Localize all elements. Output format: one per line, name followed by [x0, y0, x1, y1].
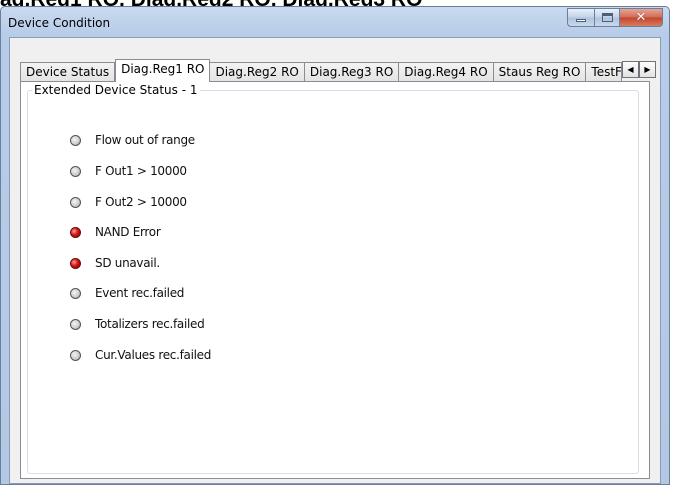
status-led-icon [70, 134, 81, 146]
status-led-icon [70, 318, 81, 330]
close-button[interactable]: ✕ [619, 8, 663, 27]
status-led-icon [70, 349, 81, 361]
minimize-icon [576, 19, 586, 22]
status-led-icon [70, 196, 81, 208]
tab-device-status[interactable]: Device Status [20, 62, 116, 82]
tab-strip: Device Status Diag.Reg1 RO Diag.Reg2 RO … [20, 59, 623, 82]
title-bar[interactable]: Device Condition ✕ [1, 7, 669, 37]
tab-diag-reg4[interactable]: Diag.Reg4 RO [399, 62, 494, 82]
maximize-button[interactable] [594, 8, 619, 27]
arrow-left-icon: ◀ [627, 65, 634, 74]
arrow-right-icon: ▶ [644, 65, 651, 74]
client-area: Device Status Diag.Reg1 RO Diag.Reg2 RO … [9, 37, 661, 484]
status-row-flow-out-of-range: Flow out of range [70, 133, 195, 147]
status-row-nand-error: NAND Error [70, 225, 161, 239]
extended-device-status-group: Extended Device Status - 1 Flow out of r… [27, 83, 639, 474]
status-led-icon [70, 226, 81, 238]
maximize-icon [601, 13, 613, 22]
status-label: F Out1 > 10000 [95, 164, 187, 178]
window-title: Device Condition [8, 16, 111, 30]
group-label: Extended Device Status - 1 [32, 83, 200, 97]
device-condition-window: Device Condition ✕ Device Status Diag.Re… [0, 6, 670, 485]
status-led-icon [70, 165, 81, 177]
status-label: Totalizers rec.failed [95, 317, 205, 331]
status-row-sd-unavail: SD unavail. [70, 256, 160, 270]
status-label: Flow out of range [95, 133, 195, 147]
status-label: NAND Error [95, 225, 161, 239]
status-label: F Out2 > 10000 [95, 195, 187, 209]
tab-diag-reg2[interactable]: Diag.Reg2 RO [210, 62, 305, 82]
tab-diag-reg3[interactable]: Diag.Reg3 RO [304, 62, 400, 82]
status-row-fout1: F Out1 > 10000 [70, 164, 187, 178]
tab-status-reg[interactable]: Staus Reg RO [493, 62, 587, 82]
tab-scroll-left-button[interactable]: ◀ [622, 61, 639, 78]
status-label: Cur.Values rec.failed [95, 348, 212, 362]
status-row-totalizers-rec-failed: Totalizers rec.failed [70, 317, 205, 331]
close-icon: ✕ [635, 10, 647, 25]
status-led-icon [70, 287, 81, 299]
status-label: SD unavail. [95, 256, 160, 270]
tab-testfu[interactable]: TestFu [586, 62, 623, 82]
tab-scroll-right-button[interactable]: ▶ [639, 61, 656, 78]
tab-diag-reg1[interactable]: Diag.Reg1 RO [115, 59, 211, 82]
tab-scroll-buttons: ◀ ▶ [622, 61, 656, 78]
status-label: Event rec.failed [95, 286, 185, 300]
caption-buttons: ✕ [567, 8, 663, 28]
status-row-fout2: F Out2 > 10000 [70, 195, 187, 209]
tab-page-diag-reg1: Extended Device Status - 1 Flow out of r… [20, 81, 650, 479]
minimize-button[interactable] [567, 8, 594, 27]
status-led-icon [70, 257, 81, 269]
status-row-cur-values-rec-failed: Cur.Values rec.failed [70, 348, 211, 362]
status-row-event-rec-failed: Event rec.failed [70, 286, 184, 300]
